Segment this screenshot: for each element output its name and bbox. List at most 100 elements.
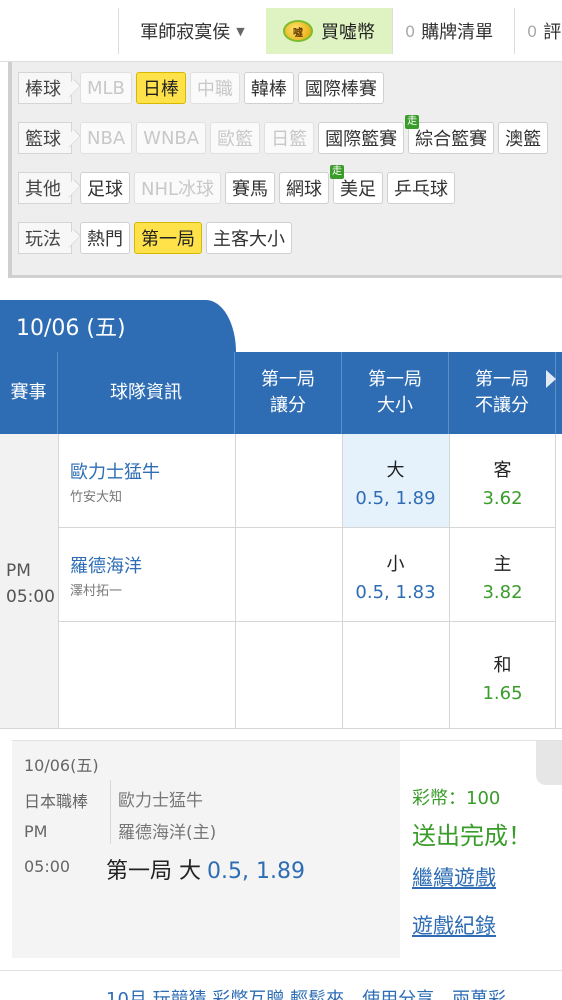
buy-coin-label: 買噓幣 xyxy=(321,22,375,43)
away-win-odds-cell[interactable]: 客 3.62 xyxy=(449,456,556,509)
confirm-done-message: 送出完成！ xyxy=(412,822,532,850)
filter-row-other: 其他 足球 NHL冰球 賽馬 網球 走 美足 乒乓球 xyxy=(18,165,459,204)
chip-kbo[interactable]: 韓棒 xyxy=(243,72,294,104)
chip-popular[interactable]: 熱門 xyxy=(80,222,130,254)
chip-intl-basketball[interactable]: 國際籃賽 xyxy=(318,122,405,154)
away-team-name[interactable]: 歐力士猛牛 xyxy=(70,458,160,484)
filter-row-play-type: 玩法 熱門 第一局 主客大小 xyxy=(18,222,296,254)
under-label: 小 xyxy=(386,554,405,575)
draw-label: 和 xyxy=(493,655,512,676)
away-win-odds: 3.62 xyxy=(482,488,523,509)
header-line1: 第一局 xyxy=(261,369,315,390)
home-win-label: 主 xyxy=(493,554,512,575)
home-win-odds-cell[interactable]: 主 3.82 xyxy=(449,550,556,603)
draw-odds: 1.65 xyxy=(482,683,523,704)
chip-intl-baseball[interactable]: 國際棒賽 xyxy=(297,72,384,104)
odds-table-header: 賽事 球隊資訊 第一局讓分 第一局大小 第一局不讓分 xyxy=(0,352,562,434)
live-badge: 走 xyxy=(330,165,345,179)
header-team-info: 球隊資訊 xyxy=(58,352,235,434)
time-clock: 05:00 xyxy=(6,587,55,607)
confirm-coins: 彩幣：100 xyxy=(412,788,501,809)
chip-aus-basketball[interactable]: 澳籃 xyxy=(498,122,549,154)
chip-home-away-ou[interactable]: 主客大小 xyxy=(206,222,292,254)
news-ticker: 10月 玩競猜 彩幣互贈 輕鬆來，使用分享，兩萬彩 xyxy=(0,970,562,1000)
chip-label: 綜合籃賽 xyxy=(415,129,488,150)
category-label: 玩法 xyxy=(18,222,72,254)
header-line1: 第一局 xyxy=(368,369,422,390)
grid-line xyxy=(58,434,59,728)
grid-line xyxy=(58,621,555,622)
chip-label: 美足 xyxy=(340,179,377,200)
chip-npb[interactable]: 日棒 xyxy=(135,72,186,104)
chip-tennis[interactable]: 網球 xyxy=(279,172,330,204)
review-tab[interactable]: 0 評 xyxy=(514,8,562,54)
chip-table-tennis[interactable]: 乒乓球 xyxy=(387,172,456,204)
review-label: 評 xyxy=(543,22,562,43)
header-line2: 大小 xyxy=(377,395,413,416)
continue-game-link[interactable]: 繼續遊戲 xyxy=(412,862,496,892)
header-first-inning-moneyline: 第一局 不讓分 xyxy=(449,352,556,434)
filter-panel: 棒球 MLB 日棒 中職 韓棒 國際棒賽 籃球 NBA WNBA 歐籃 日籃 國… xyxy=(8,62,562,278)
caret-down-icon: ▼ xyxy=(236,24,245,38)
header-line2: 讓分 xyxy=(270,395,306,416)
category-label: 其他 xyxy=(18,172,72,204)
chip-nhl[interactable]: NHL冰球 xyxy=(134,172,222,204)
category-label: 籃球 xyxy=(18,122,72,154)
over-odds-cell[interactable]: 大 0.5, 1.89 xyxy=(342,456,449,509)
header-line2: 不讓分 xyxy=(475,395,529,416)
confirm-home-team: 羅德海洋(主) xyxy=(118,823,217,843)
category-label: 棒球 xyxy=(18,72,72,104)
home-team-name[interactable]: 羅德海洋 xyxy=(70,552,142,578)
live-badge: 走 xyxy=(405,115,420,129)
header-match: 賽事 xyxy=(0,352,58,434)
over-label: 大 xyxy=(386,460,405,481)
confirm-time: 05:00 xyxy=(24,857,71,876)
chip-american-football[interactable]: 走 美足 xyxy=(330,165,384,204)
purchase-list-label: 購牌清單 xyxy=(421,22,494,43)
confirm-away-team: 歐力士猛牛 xyxy=(118,791,203,811)
away-win-label: 客 xyxy=(493,460,512,481)
ticker-text[interactable]: 10月 玩競猜 彩幣互贈 輕鬆來，使用分享，兩萬彩 xyxy=(106,985,506,1000)
chip-mlb[interactable]: MLB xyxy=(80,72,132,104)
game-history-link[interactable]: 遊戲紀錄 xyxy=(412,910,496,940)
buy-coin-button[interactable]: 噓 買噓幣 xyxy=(266,8,392,54)
grid-line xyxy=(235,434,236,728)
chip-cpbl[interactable]: 中職 xyxy=(189,72,240,104)
draw-odds-cell[interactable]: 和 1.65 xyxy=(449,651,556,704)
confirm-divider xyxy=(110,780,111,844)
time-ampm: PM xyxy=(6,561,31,581)
under-odds: 0.5, 1.83 xyxy=(355,582,436,603)
review-count: 0 xyxy=(527,21,538,41)
purchase-list-tab[interactable]: 0 購牌清單 xyxy=(392,8,514,54)
grid-line xyxy=(58,527,555,528)
home-pitcher: 澤村拓一 xyxy=(70,584,123,599)
chip-euro-basketball[interactable]: 歐籃 xyxy=(210,122,261,154)
over-odds: 0.5, 1.89 xyxy=(355,488,436,509)
home-win-odds: 3.82 xyxy=(482,582,523,603)
chip-soccer[interactable]: 足球 xyxy=(80,172,130,204)
chip-mixed-basketball[interactable]: 走 綜合籃賽 xyxy=(405,115,495,154)
confirm-league: 日本職棒 xyxy=(24,792,89,811)
under-odds-cell[interactable]: 小 0.5, 1.83 xyxy=(342,550,449,603)
header-first-inning-total: 第一局 大小 xyxy=(342,352,449,434)
chip-nba[interactable]: NBA xyxy=(80,122,133,154)
confirm-ampm: PM xyxy=(24,822,48,841)
header-first-inning-spread: 第一局 讓分 xyxy=(235,352,342,434)
chip-wnba[interactable]: WNBA xyxy=(136,122,207,154)
chip-horse-racing[interactable]: 賽馬 xyxy=(225,172,276,204)
confirm-date: 10/06(五) xyxy=(24,756,99,775)
date-tab: 10/06 (五) xyxy=(0,300,236,352)
chip-first-inning[interactable]: 第一局 xyxy=(134,222,202,254)
purchase-list-count: 0 xyxy=(405,21,416,41)
away-pitcher: 竹安大知 xyxy=(70,490,123,505)
header-line1: 第一局 xyxy=(475,369,529,390)
confirm-bet-odds: 0.5, 1.89 xyxy=(207,859,305,884)
scroll-right-arrow-icon[interactable] xyxy=(544,368,558,390)
confirm-bet: 第一局 大 0.5, 1.89 xyxy=(106,853,305,885)
top-bar: 軍師寂寞侯 ▼ 噓 買噓幣 0 購牌清單 0 評 xyxy=(0,0,562,62)
coin-icon: 噓 xyxy=(283,20,313,42)
chip-japan-basketball[interactable]: 日籃 xyxy=(264,122,315,154)
user-name: 軍師寂寞侯 xyxy=(140,22,231,43)
user-menu[interactable]: 軍師寂寞侯 ▼ xyxy=(118,8,266,54)
filter-row-baseball: 棒球 MLB 日棒 中職 韓棒 國際棒賽 xyxy=(18,72,388,104)
